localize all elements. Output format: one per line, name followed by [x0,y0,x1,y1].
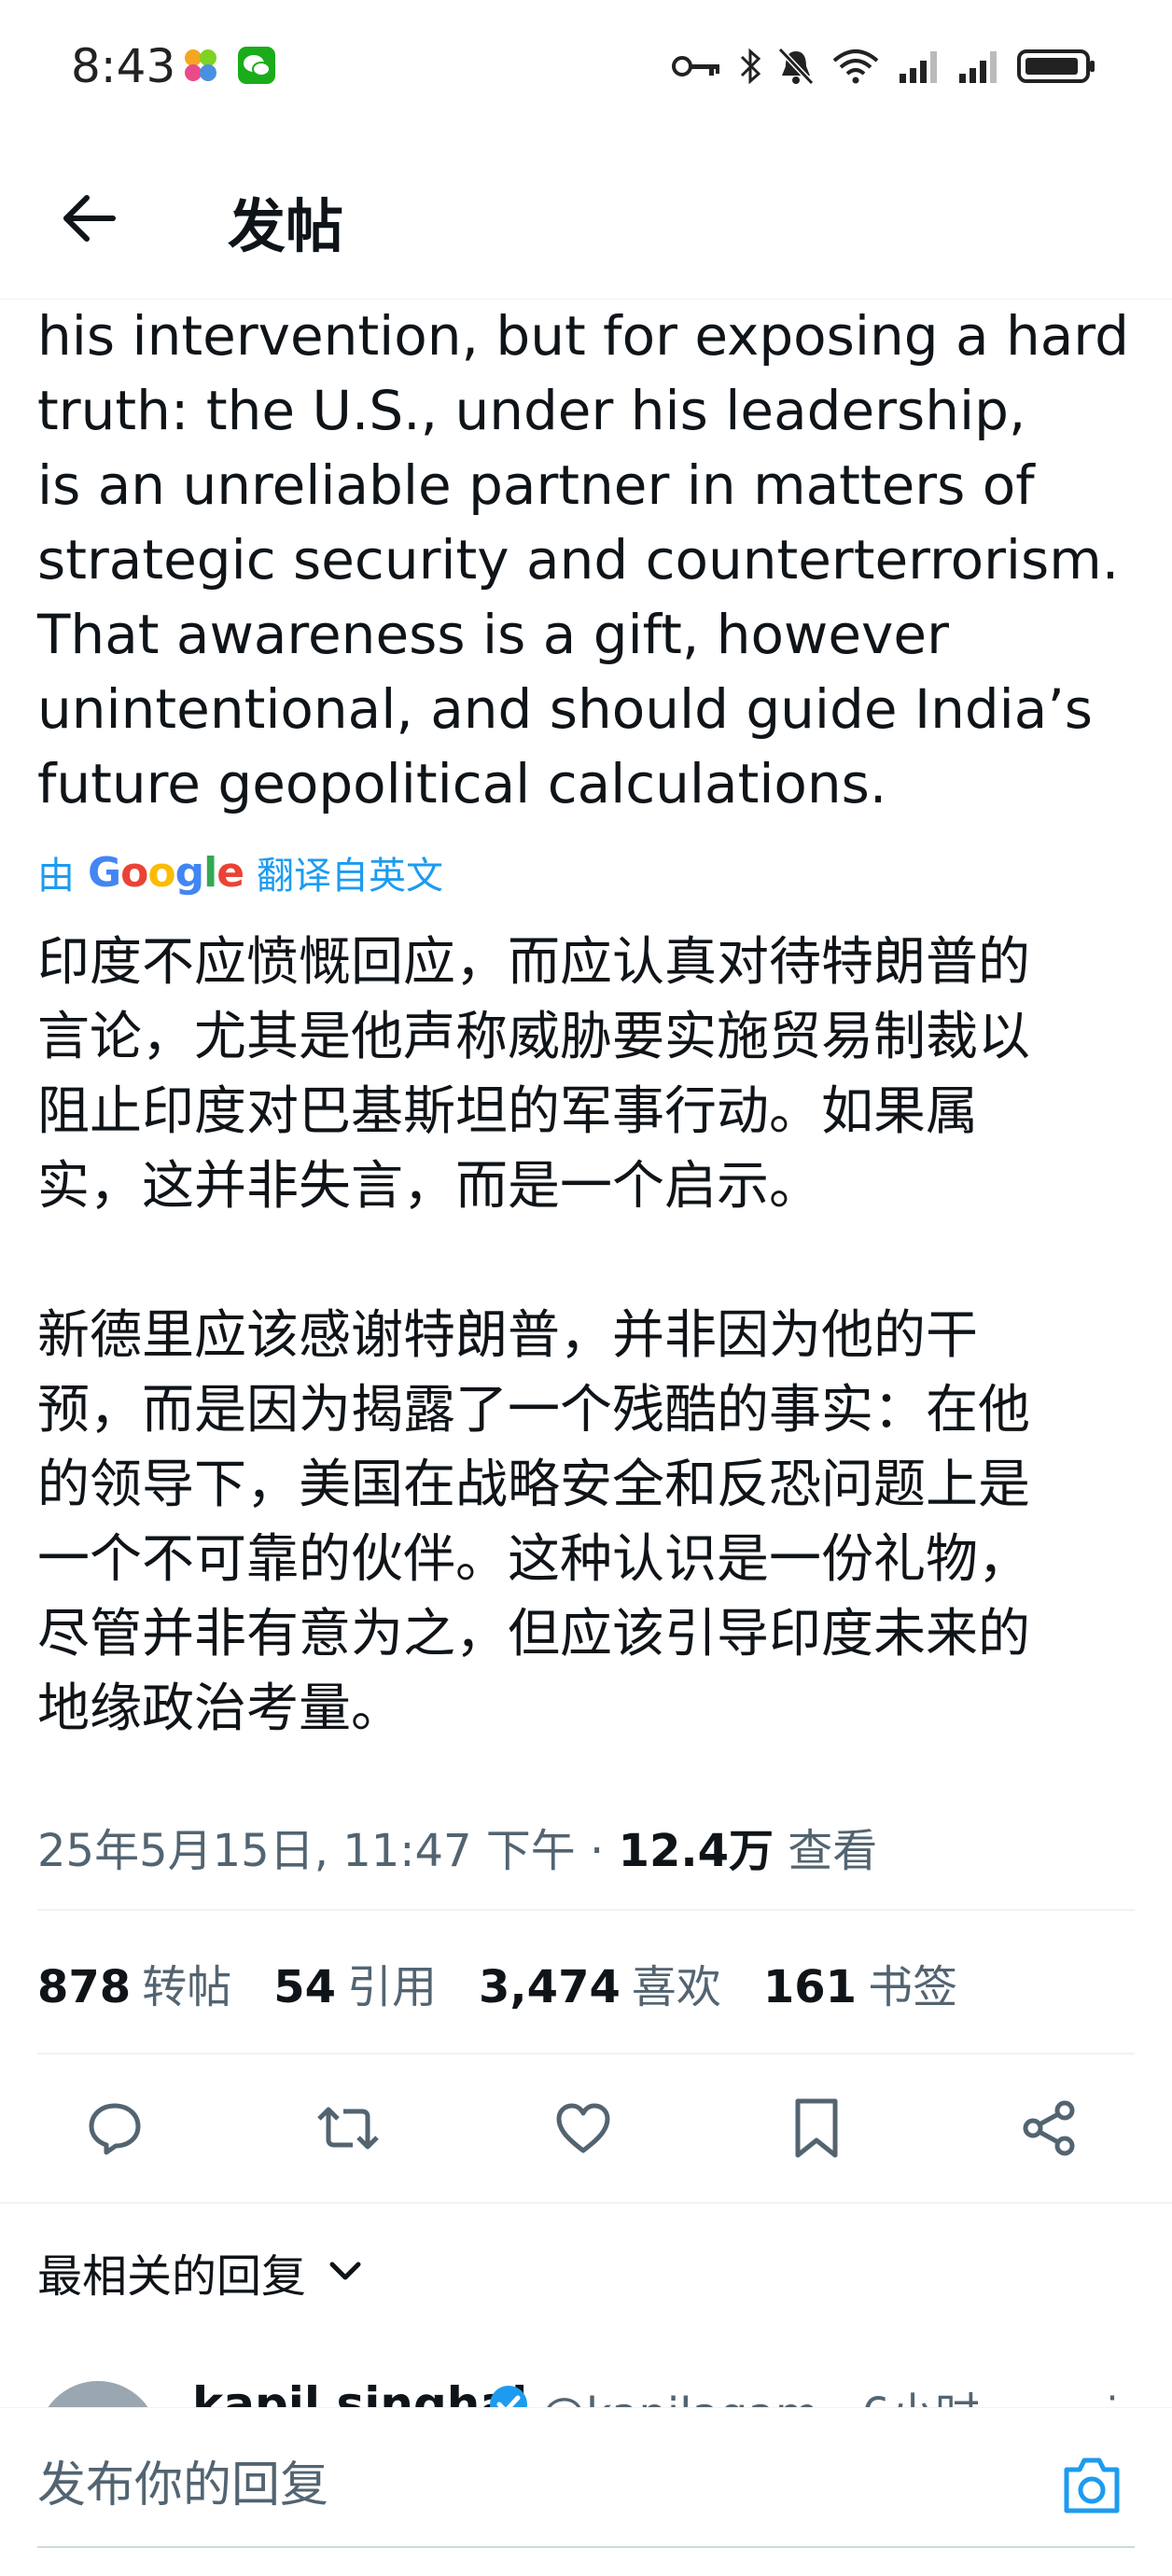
camera-icon [1059,2453,1124,2522]
wechat-icon [238,47,275,84]
page-title: 发帖 [228,192,344,260]
tweet-text-original: his intervention, but for exposing a har… [37,304,1129,815]
signal-2-icon [957,48,1000,85]
camera-button[interactable] [1050,2445,1134,2529]
signal-1-icon [898,48,941,85]
translation-suffix: 翻译自英文 [257,855,444,898]
divider [37,1909,1135,1911]
quotes-stat[interactable]: 54 引用 [273,1950,437,2015]
back-button[interactable] [47,183,131,258]
replies-sort-dropdown[interactable]: 最相关的回复 [37,2239,362,2304]
bookmark-icon [790,2097,843,2163]
tweet-text-translated: 印度不应愤慨回应，而应认真对待特朗普的 言论，尤其是他声称威胁要实施贸易制裁以 … [37,932,1030,1739]
tweet-meta: 25年5月15日, 11:47 下午 · 12.4万 查看 [37,1814,877,1879]
status-bar: 8:43 [0,0,1172,140]
like-icon [553,2100,613,2160]
more-options-icon[interactable]: ⋮ [1094,2388,1131,2407]
arrow-left-icon [61,194,117,246]
wifi-icon [830,48,881,85]
chevron-down-icon [328,2261,362,2283]
stat-label: 书签 [868,1961,958,2013]
bookmark-button[interactable] [784,2097,849,2163]
tweet-timestamp: 25年5月15日, 11:47 下午 · [37,1825,619,1877]
verified-badge-icon [487,2383,530,2407]
reply-button[interactable] [82,2097,147,2163]
divider [37,2053,1135,2054]
replies-sort-label: 最相关的回复 [37,2250,307,2303]
stat-label: 转帖 [142,1961,232,2013]
like-button[interactable] [551,2097,616,2163]
avatar[interactable] [37,2381,159,2407]
stat-count: 161 [762,1961,858,2013]
google-logo: Google [88,848,244,897]
reply-input[interactable]: 发布你的回复 [37,2445,328,2515]
reply-author-name[interactable]: kapil singhal [192,2377,527,2407]
reply-composer: 发布你的回复 [0,2407,1172,2576]
views-label: 查看 [774,1825,878,1877]
likes-stat[interactable]: 3,474 喜欢 [479,1950,721,2015]
pinwheel-app-icon [182,47,219,84]
reposts-stat[interactable]: 878 转帖 [37,1950,231,2015]
translation-prefix: 由 [37,855,75,898]
bookmarks-stat[interactable]: 161 书签 [763,1950,957,2015]
translation-attribution[interactable]: 由 Google 翻译自英文 [37,844,443,900]
views-count: 12.4万 [618,1825,774,1877]
composer-underline [37,2546,1135,2548]
battery-icon [1017,48,1097,85]
stat-label: 喜欢 [631,1961,721,2013]
reply-author-handle: @kapilagam · 6小时 [541,2377,980,2407]
action-bar [0,2081,1172,2174]
retweet-icon [315,2098,381,2162]
key-icon [672,52,722,80]
retweet-button[interactable] [315,2097,381,2163]
divider [0,2202,1172,2204]
stat-label: 引用 [347,1961,438,2013]
app-header: 发帖 [0,140,1172,299]
bluetooth-icon [739,48,761,85]
share-button[interactable] [1017,2097,1082,2163]
share-icon [1020,2098,1080,2162]
stat-count: 54 [273,1961,337,2013]
reply-item[interactable]: kapil singhal @kapilagam · 6小时 ⋮ [0,2370,1172,2407]
stats-row: 878 转帖 54 引用 3,474 喜欢 161 书签 [37,1950,999,2015]
status-time: 8:43 [71,39,176,93]
reply-icon [85,2098,145,2162]
stat-count: 3,474 [479,1961,621,2013]
bell-muted-icon [778,48,814,85]
stat-count: 878 [37,1961,132,2013]
